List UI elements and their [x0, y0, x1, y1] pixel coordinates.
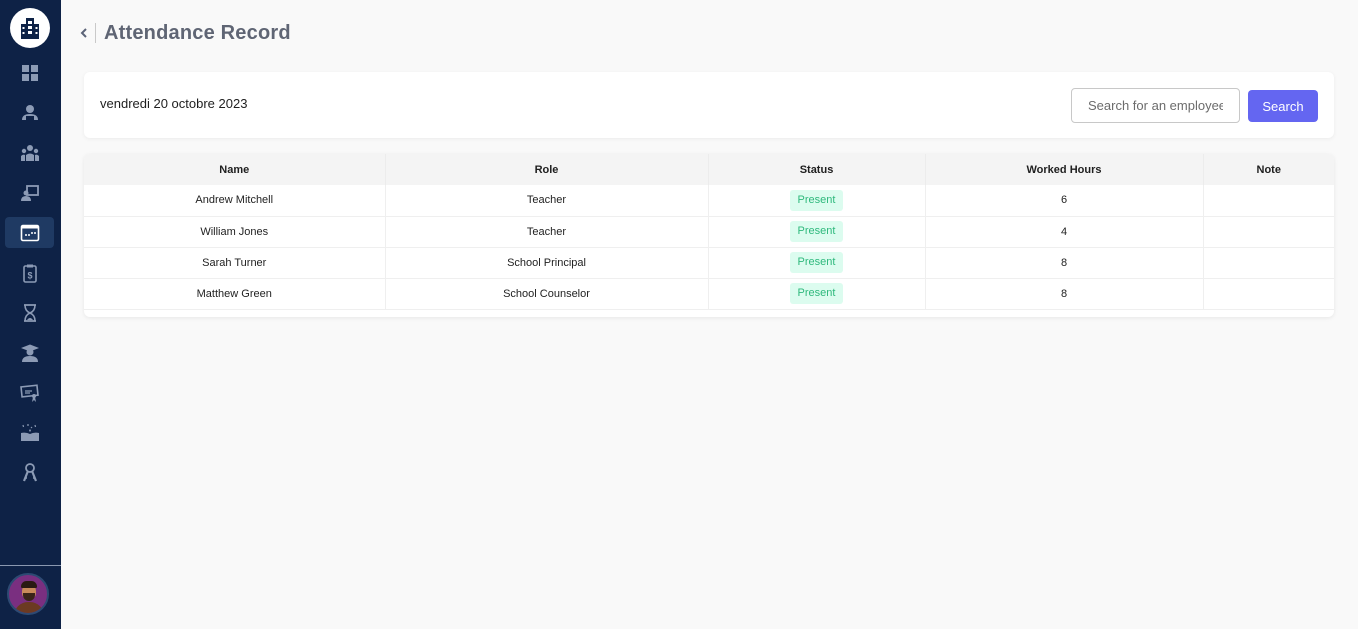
filter-card: vendredi 20 octobre 2023 Search	[84, 72, 1334, 138]
column-header-status[interactable]: Status	[708, 154, 926, 185]
grid-icon	[21, 64, 38, 81]
current-date: vendredi 20 octobre 2023	[100, 96, 248, 111]
sidebar-item-dashboard[interactable]	[5, 57, 54, 88]
column-header-role[interactable]: Role	[385, 154, 709, 185]
cell-status: Present	[708, 185, 926, 216]
svg-text:$: $	[27, 270, 32, 280]
table-row[interactable]: Andrew Mitchell Teacher Present 6	[84, 185, 1334, 216]
search-button[interactable]: Search	[1248, 90, 1318, 122]
sidebar-item-schedule[interactable]	[5, 297, 54, 328]
avatar-body	[14, 602, 44, 613]
page-header: Attendance Record	[78, 18, 291, 48]
open-book-icon	[20, 423, 39, 441]
cell-name: Matthew Green	[84, 278, 386, 309]
employee-search-input[interactable]	[1071, 88, 1240, 123]
cell-worked-hours: 8	[925, 278, 1204, 309]
sidebar-item-graduates[interactable]	[5, 337, 54, 368]
school-logo[interactable]	[10, 8, 50, 48]
cell-name: Sarah Turner	[84, 247, 386, 278]
column-header-note[interactable]: Note	[1203, 154, 1334, 185]
cell-note	[1203, 247, 1334, 278]
chevron-left-icon	[80, 28, 87, 38]
certificate-icon	[19, 383, 39, 402]
cell-worked-hours: 8	[925, 247, 1204, 278]
hourglass-icon	[23, 303, 36, 322]
table-row[interactable]: Sarah Turner School Principal Present 8	[84, 247, 1334, 278]
cell-role: School Principal	[385, 247, 709, 278]
status-badge: Present	[789, 189, 844, 211]
page-title: Attendance Record	[104, 21, 291, 44]
avatar-beard	[23, 593, 35, 601]
cell-note	[1203, 216, 1334, 247]
sidebar-item-payments[interactable]: $	[5, 257, 54, 288]
cell-status: Present	[708, 278, 926, 309]
cell-status: Present	[708, 247, 926, 278]
cell-worked-hours: 4	[925, 216, 1204, 247]
cell-role: Teacher	[385, 216, 709, 247]
status-badge: Present	[789, 283, 844, 304]
column-header-name[interactable]: Name	[84, 154, 386, 185]
sidebar-item-staff[interactable]	[5, 137, 54, 168]
back-button[interactable]	[78, 23, 90, 43]
user-avatar[interactable]	[7, 573, 49, 615]
sidebar-divider	[0, 565, 61, 566]
group-icon	[20, 144, 39, 161]
sidebar: $	[0, 0, 61, 629]
cell-note	[1203, 185, 1334, 216]
header-divider	[95, 23, 96, 43]
status-badge: Present	[789, 221, 844, 242]
clipboard-dollar-icon: $	[22, 264, 37, 283]
cell-role: School Counselor	[385, 278, 709, 309]
table-row[interactable]: William Jones Teacher Present 4	[84, 216, 1334, 247]
cell-name: Andrew Mitchell	[84, 185, 386, 216]
table-row[interactable]: Matthew Green School Counselor Present 8	[84, 278, 1334, 309]
sidebar-item-attendance[interactable]	[5, 217, 54, 248]
teacher-board-icon	[20, 184, 39, 201]
cell-role: Teacher	[385, 185, 709, 216]
cell-name: William Jones	[84, 216, 386, 247]
sidebar-item-certificates[interactable]	[5, 377, 54, 408]
reading-student-icon	[21, 104, 38, 120]
graduate-icon	[20, 344, 39, 362]
cell-worked-hours: 6	[925, 185, 1204, 216]
sidebar-item-library[interactable]	[5, 417, 54, 448]
column-header-worked-hours[interactable]: Worked Hours	[925, 154, 1204, 185]
status-badge: Present	[789, 252, 844, 273]
school-building-icon	[21, 18, 39, 39]
calendar-window-icon	[20, 224, 39, 241]
sidebar-item-classes[interactable]	[5, 177, 54, 208]
attendance-table: Name Role Status Worked Hours Note Andre…	[84, 154, 1334, 310]
sidebar-item-keys[interactable]	[5, 457, 54, 488]
attendance-table-card: Name Role Status Worked Hours Note Andre…	[84, 154, 1334, 317]
sidebar-item-students[interactable]	[5, 97, 54, 128]
cell-status: Present	[708, 216, 926, 247]
table-header-row: Name Role Status Worked Hours Note	[84, 154, 1334, 185]
cell-note	[1203, 278, 1334, 309]
avatar-hair	[21, 581, 37, 588]
keys-icon	[22, 462, 37, 481]
